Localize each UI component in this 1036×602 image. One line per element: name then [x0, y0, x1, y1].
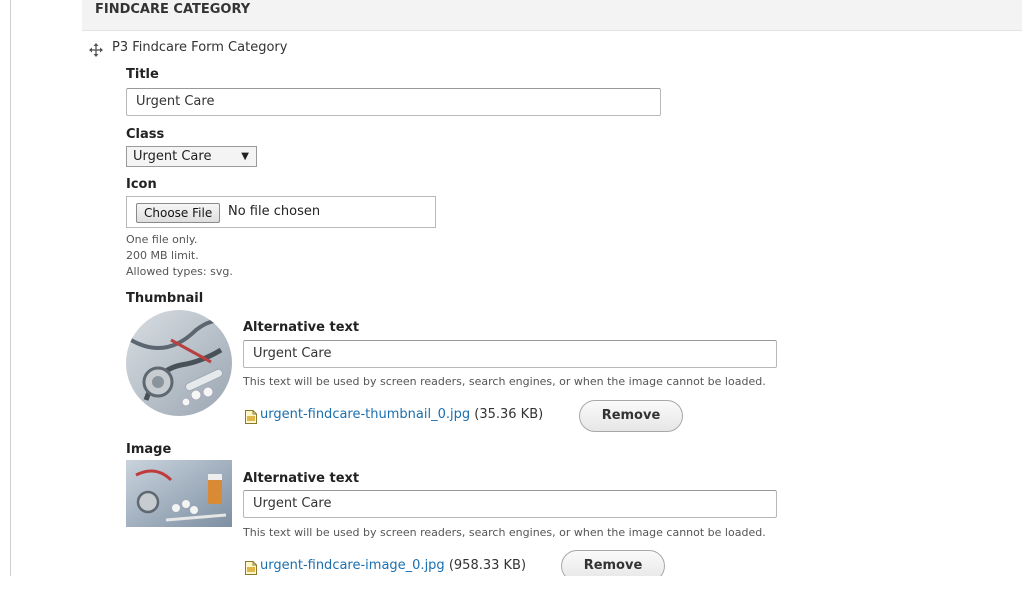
paragraph-item-title: P3 Findcare Form Category: [112, 40, 288, 55]
thumbnail-alt-label: Alternative text: [243, 320, 360, 335]
image-alt-input[interactable]: Urgent Care: [243, 490, 777, 518]
icon-help-allowed-types: Allowed types: svg.: [126, 265, 233, 278]
thumbnail-remove-button[interactable]: Remove: [579, 400, 683, 432]
jpg-file-icon: [245, 561, 257, 575]
thumbnail-file-size: (35.36 KB): [474, 407, 544, 422]
image-preview: [126, 460, 232, 527]
image-file-size: (958.33 KB): [448, 558, 527, 573]
title-label: Title: [126, 67, 159, 82]
section-header: FINDCARE CATEGORY: [82, 0, 1022, 31]
image-alt-label: Alternative text: [243, 471, 360, 486]
dropdown-arrow-icon: ▼: [241, 151, 249, 162]
thumbnail-file-name: urgent-findcare-thumbnail_0.jpg: [260, 407, 471, 422]
move-handle-icon[interactable]: [89, 43, 103, 57]
icon-help-one-file: One file only.: [126, 233, 198, 246]
jpg-file-icon: [245, 410, 257, 424]
section-title: FINDCARE CATEGORY: [95, 2, 251, 17]
icon-help-size-limit: 200 MB limit.: [126, 249, 199, 262]
file-status-text: No file chosen: [228, 204, 321, 219]
thumbnail-alt-help: This text will be used by screen readers…: [243, 375, 766, 388]
thumbnail-alt-input[interactable]: Urgent Care: [243, 340, 777, 368]
left-border: [10, 0, 11, 576]
thumbnail-label: Thumbnail: [126, 291, 204, 306]
image-alt-help: This text will be used by screen readers…: [243, 526, 766, 539]
class-select-value: Urgent Care: [133, 149, 212, 164]
thumbnail-file-link[interactable]: urgent-findcare-thumbnail_0.jpg (35.36 K…: [260, 407, 543, 422]
choose-file-button[interactable]: Choose File: [136, 203, 221, 223]
page-bottom-edge: [0, 576, 1036, 602]
image-file-link[interactable]: urgent-findcare-image_0.jpg (958.33 KB): [260, 558, 526, 573]
icon-file-field: Choose File No file chosen: [126, 196, 436, 228]
title-input[interactable]: Urgent Care: [126, 88, 661, 116]
thumbnail-preview-image: [126, 310, 232, 416]
class-label: Class: [126, 127, 165, 142]
icon-label: Icon: [126, 177, 157, 192]
class-select[interactable]: Urgent Care ▼: [126, 146, 257, 167]
image-file-name: urgent-findcare-image_0.jpg: [260, 558, 445, 573]
image-label: Image: [126, 442, 172, 457]
